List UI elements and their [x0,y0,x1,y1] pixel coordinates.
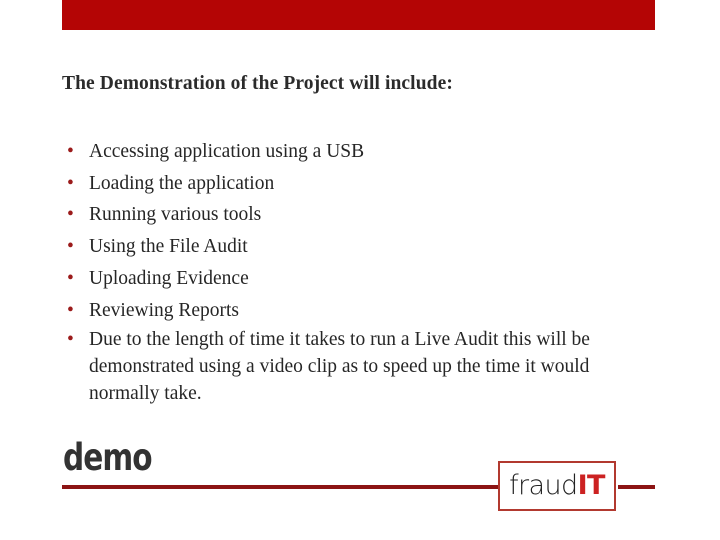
logo-word-it: IT [577,469,606,501]
list-item-label: Accessing application using a USB [89,141,365,162]
list-item: • Loading the application [62,168,662,200]
top-banner-bar [62,0,655,30]
presentation-slide: The Demonstration of the Project will in… [0,0,720,540]
list-item: • Running various tools [62,199,662,231]
bullet-point-icon: • [67,204,74,226]
list-item: • Uploading Evidence [62,263,662,295]
list-item-label: Loading the application [89,172,275,194]
bullet-point-icon: • [67,141,74,162]
bullet-list: • Accessing application using a USB • Lo… [62,136,662,407]
list-item-label: Running various tools [89,204,262,226]
fraudit-logo: fraudIT [498,461,616,511]
logo-word-fraud: fraud [509,469,578,501]
bullet-point-icon: • [67,236,74,258]
list-item-label: Uploading Evidence [89,267,249,289]
page-title: The Demonstration of the Project will in… [62,73,453,94]
list-item-label: Using the File Audit [89,236,248,258]
list-item: • Due to the length of time it takes to … [62,326,662,407]
list-item-label: Due to the length of time it takes to ru… [89,329,590,405]
bullet-point-icon: • [67,299,74,321]
list-item: • Accessing application using a USB [62,136,662,168]
footer-rule-right [618,485,655,489]
list-item: • Reviewing Reports [62,295,662,327]
list-item-label: Reviewing Reports [89,299,240,321]
footer-rule-left [62,485,498,489]
bullet-point-icon: • [67,329,74,351]
demo-heading: demo [63,436,153,479]
bullet-point-icon: • [67,267,74,289]
list-item: • Using the File Audit [62,231,662,263]
fraudit-logo-text: fraudIT [509,471,605,500]
bullet-point-icon: • [67,172,74,194]
